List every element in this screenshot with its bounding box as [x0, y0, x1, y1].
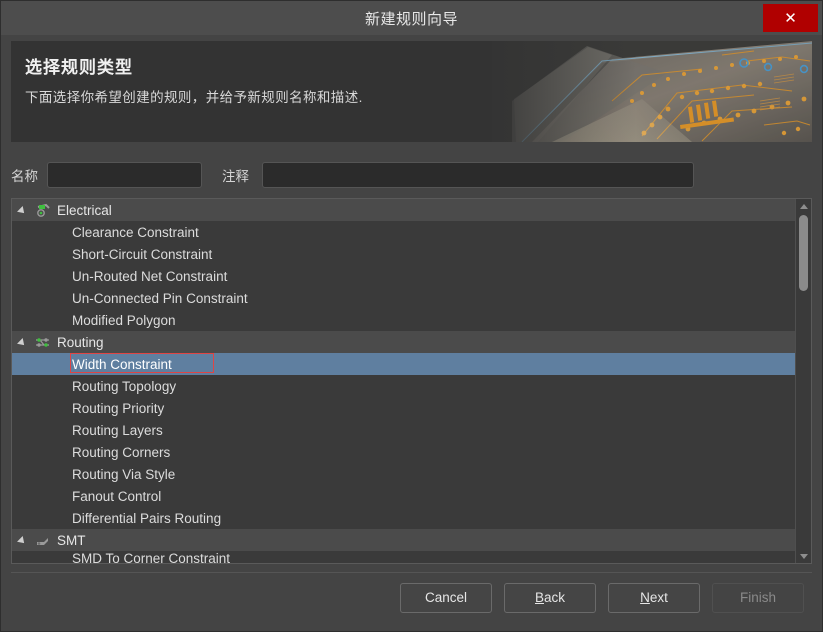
- chevron-down-icon[interactable]: [18, 204, 30, 216]
- page-subtitle: 下面选择你希望创建的规则，并给予新规则名称和描述.: [25, 90, 363, 105]
- finish-button: Finish: [712, 582, 804, 613]
- tree-item[interactable]: Routing Corners: [12, 441, 795, 463]
- close-button[interactable]: ✕: [763, 4, 818, 32]
- tree-item[interactable]: Routing Topology: [12, 375, 795, 397]
- cancel-button[interactable]: Cancel: [400, 582, 492, 613]
- close-icon: ✕: [784, 9, 797, 27]
- rule-meta-form: 名称 注释: [11, 160, 812, 190]
- next-mnemonic: N: [640, 590, 650, 605]
- next-button[interactable]: Next: [608, 582, 700, 613]
- page-title: 选择规则类型: [25, 58, 133, 77]
- scroll-up-button[interactable]: [796, 199, 811, 213]
- scroll-down-button[interactable]: [796, 549, 811, 563]
- tree-item[interactable]: Routing Priority: [12, 397, 795, 419]
- tree-group-label: SMT: [57, 532, 86, 548]
- comment-input[interactable]: [262, 162, 694, 188]
- electrical-net-icon: [34, 202, 52, 218]
- name-label: 名称: [11, 169, 38, 184]
- tree-vertical-scrollbar[interactable]: [795, 199, 811, 563]
- footer-divider: [11, 572, 812, 573]
- scrollbar-track[interactable]: [796, 213, 811, 549]
- pcb-board-image: [492, 41, 812, 142]
- tree-item-width-constraint[interactable]: Width Constraint: [12, 353, 795, 375]
- tree-group-label: Routing: [57, 334, 104, 350]
- tree-group-label: Electrical: [57, 202, 112, 218]
- name-input[interactable]: [47, 162, 202, 188]
- back-label: ack: [544, 590, 566, 605]
- tree-item[interactable]: Differential Pairs Routing: [12, 507, 795, 529]
- scrollbar-thumb[interactable]: [799, 215, 808, 291]
- rule-type-tree[interactable]: Electrical Clearance Constraint Short-Ci…: [12, 199, 795, 563]
- back-button[interactable]: Back: [504, 582, 596, 613]
- chevron-down-icon[interactable]: [18, 336, 30, 348]
- next-label: ext: [649, 590, 668, 605]
- tree-item[interactable]: Short-Circuit Constraint: [12, 243, 795, 265]
- comment-label: 注释: [222, 169, 249, 184]
- tree-item[interactable]: Clearance Constraint: [12, 221, 795, 243]
- new-rule-wizard-dialog: 新建规则向导 ✕ 选择规则类型 下面选择你希望创建的规则，并给予新规则名称和描述…: [0, 0, 823, 632]
- title-bar: 新建规则向导 ✕: [1, 1, 822, 35]
- tree-item[interactable]: Fanout Control: [12, 485, 795, 507]
- tree-item[interactable]: SMD To Corner Constraint: [12, 551, 795, 563]
- header-banner: 选择规则类型 下面选择你希望创建的规则，并给予新规则名称和描述.: [11, 41, 812, 142]
- tree-group-electrical[interactable]: Electrical: [12, 199, 795, 221]
- banner-text: 选择规则类型 下面选择你希望创建的规则，并给予新规则名称和描述.: [25, 53, 363, 106]
- tree-item[interactable]: Modified Polygon: [12, 309, 795, 331]
- tree-item[interactable]: Un-Connected Pin Constraint: [12, 287, 795, 309]
- tree-item[interactable]: Routing Via Style: [12, 463, 795, 485]
- smt-pad-icon: [34, 532, 52, 548]
- dialog-footer: Cancel Back Next Finish: [1, 564, 822, 631]
- back-mnemonic: B: [534, 590, 544, 605]
- tree-group-routing[interactable]: Routing: [12, 331, 795, 353]
- routing-track-icon: [34, 334, 52, 350]
- tree-item[interactable]: Routing Layers: [12, 419, 795, 441]
- tree-item[interactable]: Un-Routed Net Constraint: [12, 265, 795, 287]
- tree-group-smt[interactable]: SMT: [12, 529, 795, 551]
- window-title: 新建规则向导: [364, 10, 458, 28]
- chevron-down-icon[interactable]: [18, 534, 30, 546]
- rule-type-tree-panel: Electrical Clearance Constraint Short-Ci…: [11, 198, 812, 564]
